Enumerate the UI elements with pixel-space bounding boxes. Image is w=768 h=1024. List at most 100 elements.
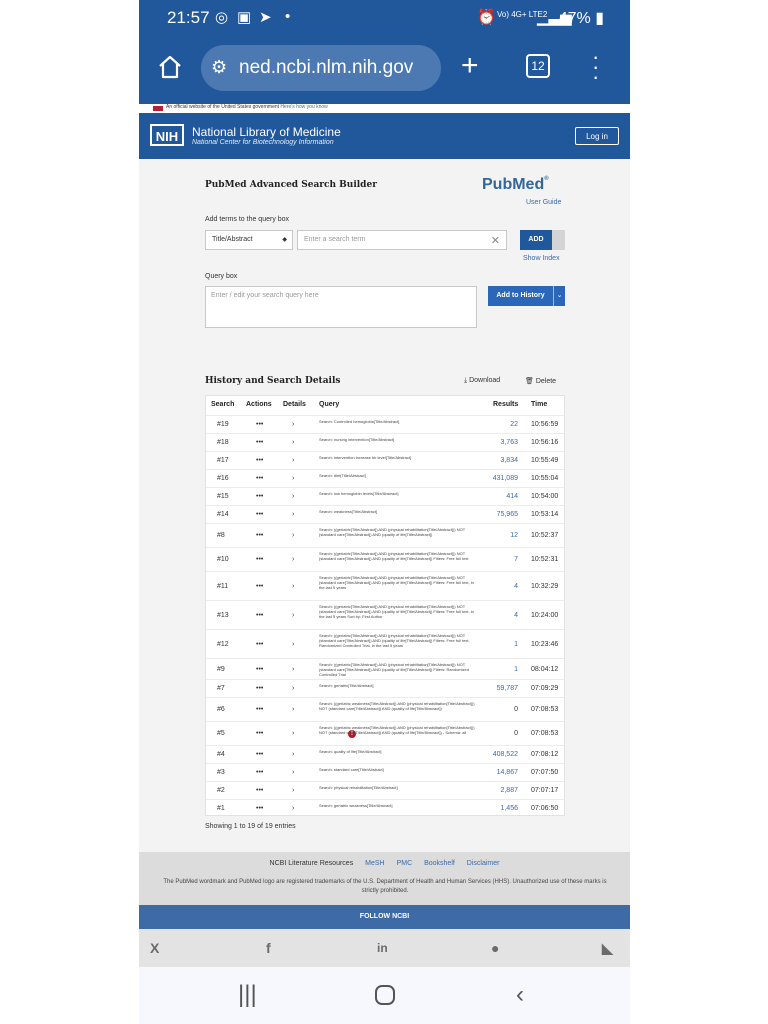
row-actions-button[interactable]: ••• xyxy=(256,751,263,758)
row-actions-button[interactable]: ••• xyxy=(256,666,263,673)
results-link[interactable]: 75,965 xyxy=(497,511,518,518)
linkedin-icon[interactable]: in xyxy=(377,941,388,955)
expand-details-icon[interactable]: › xyxy=(292,641,294,648)
search-number[interactable]: #3 xyxy=(217,769,225,776)
search-term-input[interactable]: Enter a search term ✕ xyxy=(297,230,507,250)
row-actions-button[interactable]: ••• xyxy=(256,556,263,563)
recent-apps-icon[interactable]: ||| xyxy=(238,981,257,1009)
row-actions-button[interactable]: ••• xyxy=(256,730,263,737)
row-actions-button[interactable]: ••• xyxy=(256,532,263,539)
expand-details-icon[interactable]: › xyxy=(292,685,294,692)
search-number[interactable]: #16 xyxy=(217,475,229,482)
results-link[interactable]: 7 xyxy=(514,556,518,563)
clear-icon[interactable]: ✕ xyxy=(491,234,500,247)
expand-details-icon[interactable]: › xyxy=(292,612,294,619)
search-number[interactable]: #15 xyxy=(217,493,229,500)
search-number[interactable]: #2 xyxy=(217,787,225,794)
add-to-history-button[interactable]: Add to History xyxy=(488,286,553,306)
nih-logo[interactable]: NIH xyxy=(150,124,184,146)
search-number[interactable]: #11 xyxy=(217,583,228,590)
expand-details-icon[interactable]: › xyxy=(292,666,294,673)
new-tab-icon[interactable]: + xyxy=(461,51,479,81)
search-number[interactable]: #8 xyxy=(217,532,225,539)
search-number[interactable]: #9 xyxy=(217,666,225,673)
expand-details-icon[interactable]: › xyxy=(292,805,294,812)
site-title[interactable]: National Library of Medicine xyxy=(192,125,341,139)
footer-link-pmc[interactable]: PMC xyxy=(397,860,413,867)
delete-button[interactable]: 🗑 Delete xyxy=(525,377,556,385)
rss-icon[interactable]: ◣ xyxy=(602,940,613,957)
show-index-link[interactable]: Show Index xyxy=(523,255,560,262)
row-actions-button[interactable]: ••• xyxy=(256,769,263,776)
expand-details-icon[interactable]: › xyxy=(292,583,294,590)
row-actions-button[interactable]: ••• xyxy=(256,583,263,590)
results-link[interactable]: 14,867 xyxy=(497,769,518,776)
back-icon[interactable]: ‹ xyxy=(516,981,524,1009)
column-header-time[interactable]: Time xyxy=(531,401,547,408)
search-number[interactable]: #14 xyxy=(217,511,229,518)
expand-details-icon[interactable]: › xyxy=(292,421,294,428)
download-button[interactable]: ⤓ Download xyxy=(464,377,500,385)
expand-details-icon[interactable]: › xyxy=(292,556,294,563)
expand-details-icon[interactable]: › xyxy=(292,457,294,464)
expand-details-icon[interactable]: › xyxy=(292,511,294,518)
home-nav-icon[interactable] xyxy=(375,985,395,1005)
results-link[interactable]: 408,522 xyxy=(493,751,518,758)
results-link[interactable]: 1,456 xyxy=(500,805,518,812)
search-number[interactable]: #7 xyxy=(217,685,225,692)
results-link[interactable]: 4 xyxy=(514,612,518,619)
site-settings-icon[interactable]: ⚙ xyxy=(211,57,227,78)
results-link[interactable]: 22 xyxy=(510,421,518,428)
results-link[interactable]: 431,089 xyxy=(493,475,518,482)
row-actions-button[interactable]: ••• xyxy=(256,787,263,794)
search-number[interactable]: #6 xyxy=(217,706,225,713)
row-actions-button[interactable]: ••• xyxy=(256,475,263,482)
row-actions-button[interactable]: ••• xyxy=(256,421,263,428)
user-guide-link[interactable]: User Guide xyxy=(526,199,561,206)
expand-details-icon[interactable]: › xyxy=(292,706,294,713)
row-actions-button[interactable]: ••• xyxy=(256,685,263,692)
search-number[interactable]: #19 xyxy=(217,421,229,428)
expand-details-icon[interactable]: › xyxy=(292,475,294,482)
search-number[interactable]: #13 xyxy=(217,612,229,619)
expand-details-icon[interactable]: › xyxy=(292,532,294,539)
search-number[interactable]: #12 xyxy=(217,641,229,648)
history-options-chevron-icon[interactable]: ⌄ xyxy=(553,286,565,306)
row-actions-button[interactable]: ••• xyxy=(256,457,263,464)
pubmed-logo[interactable]: PubMed® xyxy=(482,176,549,194)
row-actions-button[interactable]: ••• xyxy=(256,493,263,500)
more-options-icon[interactable]: · · · xyxy=(592,46,599,88)
expand-details-icon[interactable]: › xyxy=(292,787,294,794)
results-link[interactable]: 2,887 xyxy=(500,787,518,794)
add-options-button[interactable] xyxy=(552,230,565,250)
results-link[interactable]: 3,834 xyxy=(500,457,518,464)
login-button[interactable]: Log in xyxy=(575,127,619,145)
footer-link-bookshelf[interactable]: Bookshelf xyxy=(424,860,455,867)
address-bar[interactable]: ⚙ ned.ncbi.nlm.nih.gov xyxy=(201,45,441,91)
search-number[interactable]: #4 xyxy=(217,751,225,758)
query-box-input[interactable]: Enter / edit your search query here xyxy=(205,286,477,328)
search-number[interactable]: #18 xyxy=(217,439,229,446)
row-actions-button[interactable]: ••• xyxy=(256,641,263,648)
expand-details-icon[interactable]: › xyxy=(292,769,294,776)
row-actions-button[interactable]: ••• xyxy=(256,439,263,446)
results-link[interactable]: 3,763 xyxy=(500,439,518,446)
gov-banner-link[interactable]: Here's how you know xyxy=(280,104,327,110)
column-header-results[interactable]: Results xyxy=(493,401,518,408)
search-number[interactable]: #17 xyxy=(217,457,229,464)
expand-details-icon[interactable]: › xyxy=(292,751,294,758)
row-actions-button[interactable]: ••• xyxy=(256,511,263,518)
column-header-search[interactable]: Search xyxy=(211,401,234,408)
field-select[interactable]: Title/Abstract ◆ xyxy=(205,230,293,250)
expand-details-icon[interactable]: › xyxy=(292,730,294,737)
results-link[interactable]: 12 xyxy=(510,532,518,539)
facebook-icon[interactable]: f xyxy=(266,940,271,956)
row-actions-button[interactable]: ••• xyxy=(256,706,263,713)
expand-details-icon[interactable]: › xyxy=(292,439,294,446)
results-link[interactable]: 414 xyxy=(506,493,518,500)
footer-link-mesh[interactable]: MeSH xyxy=(365,860,384,867)
results-link[interactable]: 59,787 xyxy=(497,685,518,692)
results-link[interactable]: 1 xyxy=(514,641,518,648)
search-number[interactable]: #5 xyxy=(217,730,225,737)
search-number[interactable]: #1 xyxy=(217,805,225,812)
